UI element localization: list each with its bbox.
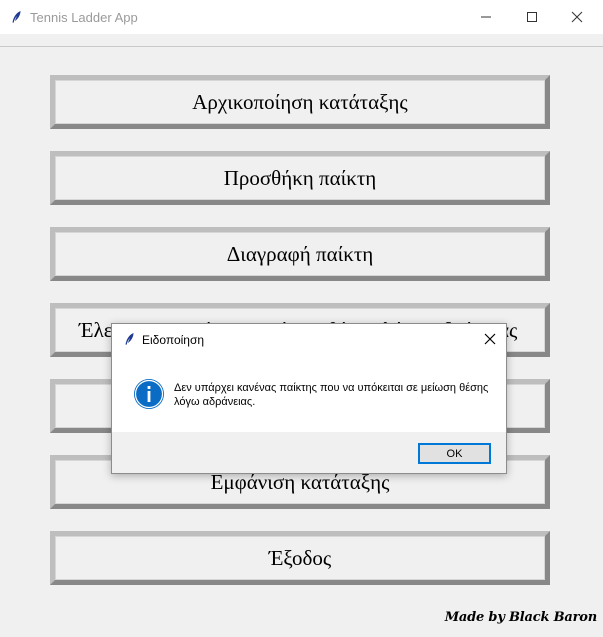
window-titlebar: Tennis Ladder App — [0, 0, 603, 34]
initialize-ranking-button[interactable]: Αρχικοποίηση κατάταξης — [50, 75, 550, 129]
exit-button[interactable]: Έξοδος — [50, 531, 550, 585]
dialog-close-button[interactable] — [474, 324, 506, 354]
dialog-title: Ειδοποίηση — [142, 333, 205, 347]
maximize-icon — [527, 12, 537, 22]
minimize-icon — [481, 16, 491, 18]
minimize-button[interactable] — [463, 0, 509, 34]
info-icon — [134, 379, 164, 409]
credit-label: Made by Black Baron — [444, 610, 597, 625]
dialog-footer: OK — [112, 432, 506, 473]
menu-separator — [0, 46, 603, 47]
delete-player-button[interactable]: Διαγραφή παίκτη — [50, 227, 550, 281]
add-player-button[interactable]: Προσθήκη παίκτη — [50, 151, 550, 205]
feather-icon — [125, 333, 134, 345]
close-icon — [571, 11, 583, 23]
dialog-body: Δεν υπάρχει κανένας παίκτης που να υπόκε… — [112, 356, 506, 432]
maximize-button[interactable] — [509, 0, 555, 34]
close-button[interactable] — [554, 0, 600, 34]
notification-dialog: Ειδοποίηση Δεν υπάρχει κανένας παίκτης π… — [111, 323, 507, 474]
window-title: Tennis Ladder App — [30, 10, 138, 25]
close-icon — [484, 333, 496, 345]
feather-icon — [12, 11, 21, 23]
dialog-message: Δεν υπάρχει κανένας παίκτης που να υπόκε… — [174, 382, 489, 408]
dialog-titlebar: Ειδοποίηση — [112, 324, 506, 356]
ok-button[interactable]: OK — [418, 443, 491, 464]
